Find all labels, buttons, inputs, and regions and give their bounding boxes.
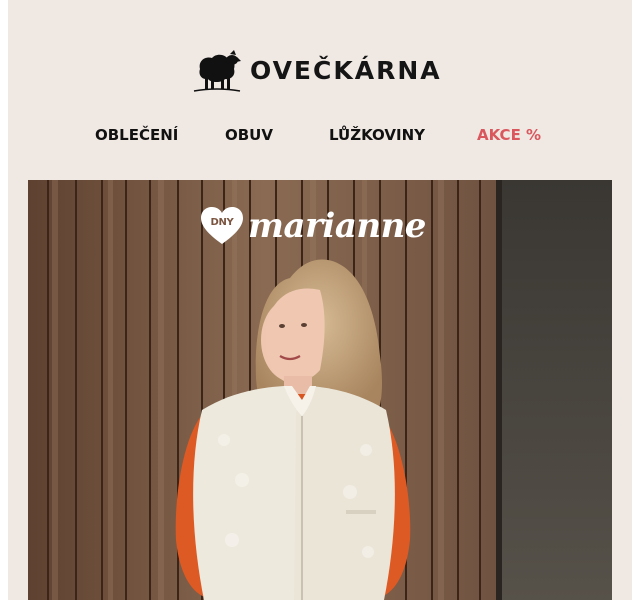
header: OVEČKÁRNA OBLEČENÍ OBUV LŮŽKOVINY AKCE %	[8, 0, 632, 180]
badge-wordmark: marianne	[248, 206, 426, 246]
nav-item-akce[interactable]: AKCE %	[477, 126, 541, 144]
sheep-icon	[193, 50, 241, 92]
badge-heart-text: DNY	[210, 217, 234, 228]
nav-item-luzkoviny[interactable]: LŮŽKOVINY	[329, 126, 425, 144]
hero-banner[interactable]: DNY marianne	[28, 180, 612, 600]
heart-icon: DNY	[200, 206, 244, 246]
brand-name: OVEČKÁRNA	[250, 55, 442, 85]
campaign-badge: DNY marianne	[200, 204, 426, 248]
logo-link[interactable]: OVEČKÁRNA	[192, 46, 442, 94]
main-nav: OBLEČENÍ OBUV LŮŽKOVINY AKCE %	[8, 126, 632, 150]
nav-item-obleceni[interactable]: OBLEČENÍ	[95, 126, 178, 144]
nav-item-obuv[interactable]: OBUV	[225, 126, 273, 144]
email-page: OVEČKÁRNA OBLEČENÍ OBUV LŮŽKOVINY AKCE %	[8, 0, 632, 600]
